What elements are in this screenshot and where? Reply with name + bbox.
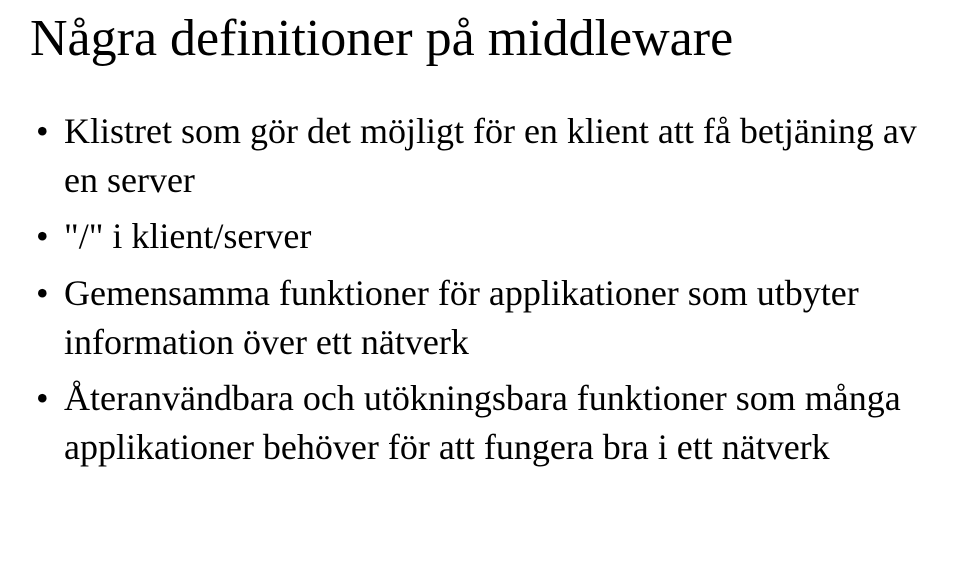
list-item: Gemensamma funktioner för applikationer … <box>30 269 930 366</box>
list-item: "/" i klient/server <box>30 212 930 261</box>
slide: Några definitioner på middleware Klistre… <box>0 0 960 585</box>
bullet-list: Klistret som gör det möjligt för en klie… <box>30 107 930 471</box>
list-item: Återanvändbara och utökningsbara funktio… <box>30 374 930 471</box>
slide-title: Några definitioner på middleware <box>30 10 930 67</box>
list-item: Klistret som gör det möjligt för en klie… <box>30 107 930 204</box>
